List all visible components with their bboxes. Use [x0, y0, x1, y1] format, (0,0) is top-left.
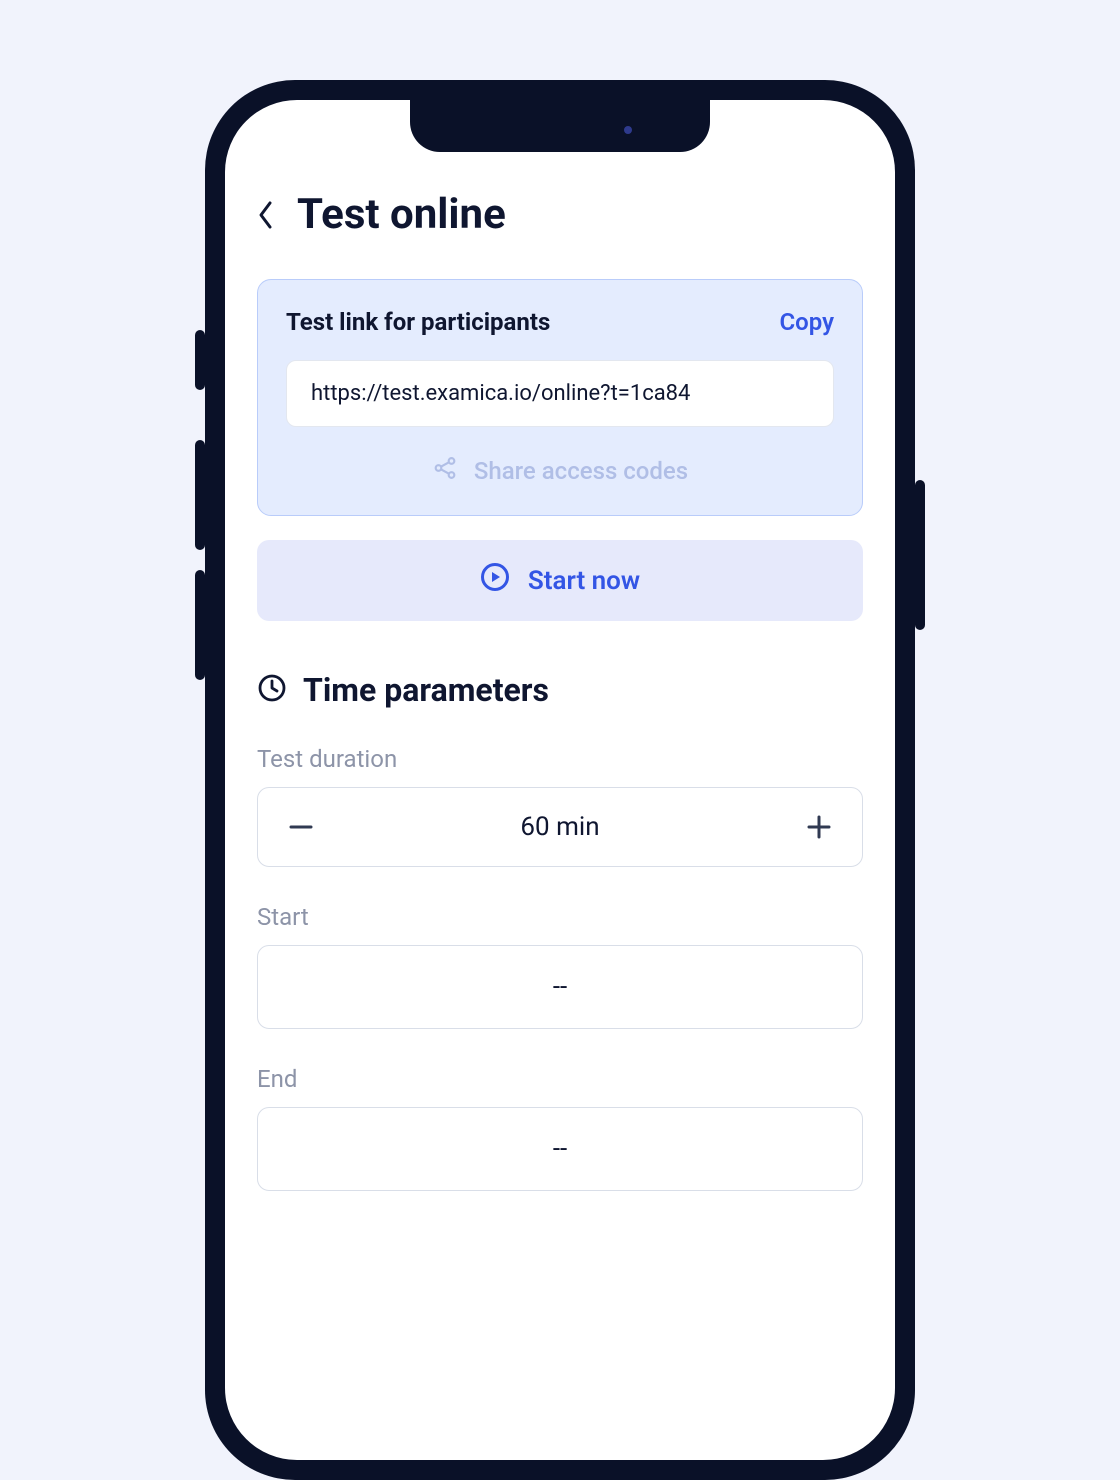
duration-value: 60 min: [520, 812, 599, 842]
phone-side-button: [195, 330, 205, 390]
clock-icon: [257, 673, 287, 707]
end-label: End: [257, 1065, 863, 1093]
start-value-field[interactable]: --: [257, 945, 863, 1029]
start-now-label: Start now: [528, 566, 640, 596]
play-circle-icon: [480, 562, 510, 599]
phone-side-button: [195, 570, 205, 680]
start-label: Start: [257, 903, 863, 931]
time-parameters-title: Time parameters: [303, 671, 549, 709]
back-icon[interactable]: [257, 200, 275, 230]
phone-screen: Test online Test link for participants C…: [225, 100, 895, 1460]
phone-frame: Test online Test link for participants C…: [205, 80, 915, 1480]
share-icon: [432, 455, 458, 487]
share-access-codes-button[interactable]: Share access codes: [286, 455, 834, 487]
copy-button[interactable]: Copy: [779, 308, 834, 336]
duration-stepper: 60 min: [257, 787, 863, 867]
share-label: Share access codes: [474, 457, 688, 485]
duration-increment-button[interactable]: [804, 812, 834, 842]
page-header: Test online: [257, 190, 863, 239]
test-link-card: Test link for participants Copy https://…: [257, 279, 863, 516]
phone-side-button: [915, 480, 925, 630]
start-now-button[interactable]: Start now: [257, 540, 863, 621]
phone-side-button: [195, 440, 205, 550]
test-link-url[interactable]: https://test.examica.io/online?t=1ca84: [286, 360, 834, 427]
phone-notch: [410, 100, 710, 152]
duration-decrement-button[interactable]: [286, 812, 316, 842]
test-link-title: Test link for participants: [286, 308, 550, 336]
time-parameters-header: Time parameters: [257, 671, 863, 709]
page-title: Test online: [297, 190, 506, 239]
end-value-field[interactable]: --: [257, 1107, 863, 1191]
test-duration-label: Test duration: [257, 745, 863, 773]
